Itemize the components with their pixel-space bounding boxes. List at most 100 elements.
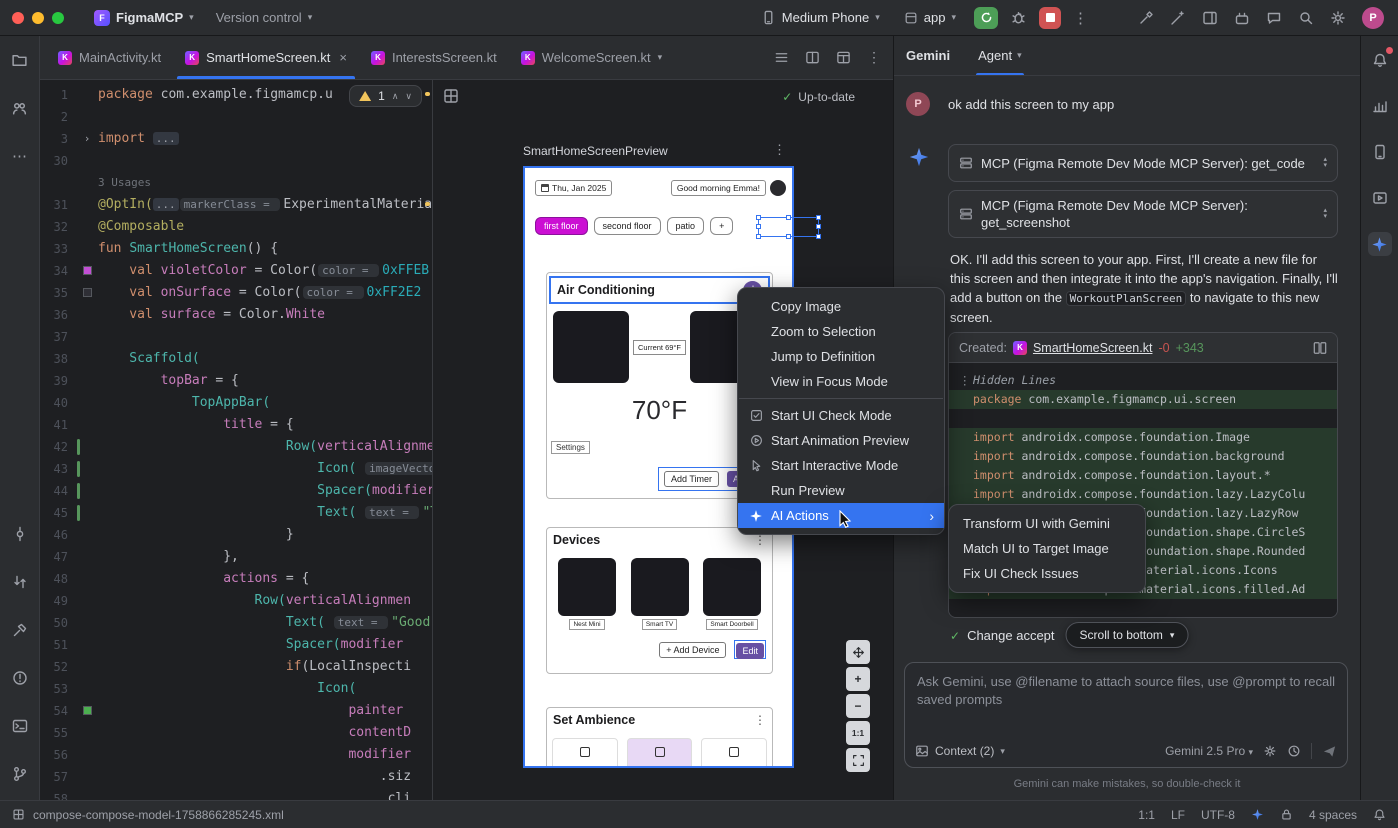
project-menu[interactable]: F FigmaMCP ▾ bbox=[88, 7, 200, 29]
add-device-button[interactable]: + Add Device bbox=[659, 642, 726, 658]
device-manager-button[interactable] bbox=[1368, 140, 1392, 164]
tab-smarthomescreen[interactable]: K SmartHomeScreen.kt × bbox=[173, 36, 359, 79]
prev-issue-icon[interactable]: ∧ bbox=[392, 91, 399, 102]
tab-interestsscreen[interactable]: K InterestsScreen.kt bbox=[359, 36, 509, 79]
plugins-icon[interactable] bbox=[1234, 10, 1250, 26]
layout-mode-icon[interactable] bbox=[836, 50, 851, 65]
close-tab-icon[interactable]: × bbox=[339, 50, 347, 65]
notifications-button[interactable] bbox=[1368, 48, 1392, 72]
inspection-widget[interactable]: 1 ∧ ∨ bbox=[349, 85, 422, 107]
app-insights-button[interactable] bbox=[1368, 94, 1392, 118]
tool-call-card-get-screenshot[interactable]: MCP (Figma Remote Dev Mode MCP Server): … bbox=[948, 190, 1338, 238]
more-actions-icon[interactable]: ⋮ bbox=[1073, 9, 1088, 27]
attach-image-icon[interactable] bbox=[915, 744, 929, 758]
preview-more-icon[interactable]: ⋮ bbox=[773, 142, 786, 158]
chip-second-floor[interactable]: second floor bbox=[594, 217, 661, 235]
problems-tool-button[interactable] bbox=[8, 666, 32, 690]
expand-icon[interactable]: ▴▾ bbox=[1323, 208, 1327, 220]
settings-chip[interactable]: Settings bbox=[551, 441, 590, 454]
gemini-tool-button[interactable] bbox=[1368, 232, 1392, 256]
add-timer-button[interactable]: Add Timer bbox=[664, 471, 719, 487]
chip-patio[interactable]: patio bbox=[667, 217, 705, 235]
vcs-update-tool-button[interactable] bbox=[8, 570, 32, 594]
layout-columns-icon[interactable] bbox=[1202, 10, 1218, 26]
tab-agent[interactable]: Agent ▾ bbox=[978, 36, 1022, 75]
user-avatar[interactable]: P bbox=[1362, 7, 1384, 29]
menu-item-run-preview[interactable]: Run Preview bbox=[738, 478, 944, 503]
tab-welcomescreen[interactable]: K WelcomeScreen.kt ▾ bbox=[509, 36, 674, 79]
chip-first-floor[interactable]: first floor bbox=[535, 217, 588, 235]
structure-list-icon[interactable] bbox=[774, 50, 789, 65]
resize-handle[interactable] bbox=[756, 234, 761, 239]
preview-grid-icon[interactable] bbox=[443, 88, 459, 104]
search-icon[interactable] bbox=[1298, 10, 1314, 26]
menu-item-zoom-to-selection[interactable]: Zoom to Selection bbox=[738, 319, 944, 344]
commit-tool-button[interactable] bbox=[8, 522, 32, 546]
lock-icon[interactable] bbox=[1280, 808, 1293, 821]
menu-item-start-interactive-mode[interactable]: Start Interactive Mode bbox=[738, 453, 944, 478]
run-apply-changes-button[interactable] bbox=[974, 7, 998, 29]
gemini-input[interactable]: Ask Gemini, use @filename to attach sour… bbox=[904, 662, 1348, 768]
resize-handle[interactable] bbox=[816, 224, 821, 229]
ai-spark-icon[interactable] bbox=[1251, 808, 1264, 821]
warning-stripe-mark[interactable] bbox=[425, 92, 430, 96]
resize-handle[interactable] bbox=[786, 215, 791, 220]
gemini-settings-icon[interactable] bbox=[1263, 744, 1277, 758]
notifications-bell-icon[interactable] bbox=[1373, 808, 1386, 821]
devices-more-icon[interactable]: ⋮ bbox=[754, 533, 766, 547]
build-tool-button[interactable] bbox=[8, 618, 32, 642]
terminal-tool-button[interactable] bbox=[8, 714, 32, 738]
minimize-window-button[interactable] bbox=[32, 12, 44, 24]
line-separator[interactable]: LF bbox=[1171, 808, 1185, 822]
maximize-window-button[interactable] bbox=[52, 12, 64, 24]
settings-gear-icon[interactable] bbox=[1330, 10, 1346, 26]
scroll-to-bottom-button[interactable]: Scroll to bottom ▾ bbox=[1066, 622, 1189, 648]
close-window-button[interactable] bbox=[12, 12, 24, 24]
resize-handle[interactable] bbox=[756, 224, 761, 229]
error-stripe[interactable] bbox=[425, 80, 430, 800]
stop-button[interactable] bbox=[1039, 7, 1061, 29]
app-avatar[interactable] bbox=[770, 180, 786, 196]
caret-position[interactable]: 1:1 bbox=[1138, 808, 1155, 822]
next-issue-icon[interactable]: ∨ bbox=[405, 91, 412, 102]
chip-add-floor[interactable]: + bbox=[710, 217, 733, 235]
device-selector[interactable]: Medium Phone ▾ bbox=[755, 7, 886, 28]
component-selection-box[interactable] bbox=[758, 217, 819, 237]
submenu-item-transform-ui[interactable]: Transform UI with Gemini bbox=[949, 511, 1145, 536]
created-file-link[interactable]: SmartHomeScreen.kt bbox=[1033, 341, 1152, 355]
split-editor-icon[interactable] bbox=[805, 50, 820, 65]
resize-handle[interactable] bbox=[786, 234, 791, 239]
menu-item-jump-to-definition[interactable]: Jump to Definition bbox=[738, 344, 944, 369]
ambience-tile[interactable] bbox=[552, 738, 618, 768]
zoom-to-fit-button[interactable] bbox=[846, 748, 870, 772]
send-icon[interactable] bbox=[1322, 744, 1337, 759]
git-tool-button[interactable] bbox=[8, 762, 32, 786]
menu-item-start-ui-check-mode[interactable]: Start UI Check Mode bbox=[738, 403, 944, 428]
ambience-more-icon[interactable]: ⋮ bbox=[754, 713, 766, 727]
tools-icon[interactable] bbox=[1138, 10, 1154, 26]
tool-call-card-get-code[interactable]: MCP (Figma Remote Dev Mode MCP Server): … bbox=[948, 144, 1338, 182]
file-encoding[interactable]: UTF-8 bbox=[1201, 808, 1235, 822]
project-tool-button[interactable] bbox=[8, 48, 32, 72]
indent-setting[interactable]: 4 spaces bbox=[1309, 808, 1357, 822]
resize-handle[interactable] bbox=[816, 215, 821, 220]
debug-icon[interactable] bbox=[1010, 9, 1027, 26]
warning-stripe-mark[interactable] bbox=[425, 202, 430, 206]
submenu-item-fix-ui-check[interactable]: Fix UI Check Issues bbox=[949, 561, 1145, 586]
model-selector[interactable]: Gemini 2.5 Pro ▾ bbox=[1165, 744, 1253, 758]
device-item[interactable]: Smart Doorbell bbox=[697, 558, 767, 630]
zoom-ratio-button[interactable]: 1:1 bbox=[846, 721, 870, 745]
resource-manager-button[interactable] bbox=[8, 96, 32, 120]
more-options-icon[interactable]: ⋮ bbox=[867, 49, 881, 66]
history-clock-icon[interactable] bbox=[1287, 744, 1301, 758]
expand-icon[interactable]: ▴▾ bbox=[1323, 157, 1327, 169]
ambience-tile[interactable] bbox=[701, 738, 767, 768]
resize-handle[interactable] bbox=[816, 234, 821, 239]
version-control-menu[interactable]: Version control ▾ bbox=[210, 7, 319, 28]
edit-button[interactable]: Edit bbox=[736, 643, 764, 659]
menu-item-copy-image[interactable]: Copy Image bbox=[738, 294, 944, 319]
device-item[interactable]: Nest Mini bbox=[552, 558, 622, 630]
climate-image-card[interactable] bbox=[553, 311, 629, 383]
resize-handle[interactable] bbox=[756, 215, 761, 220]
open-diff-button[interactable] bbox=[1313, 341, 1327, 355]
